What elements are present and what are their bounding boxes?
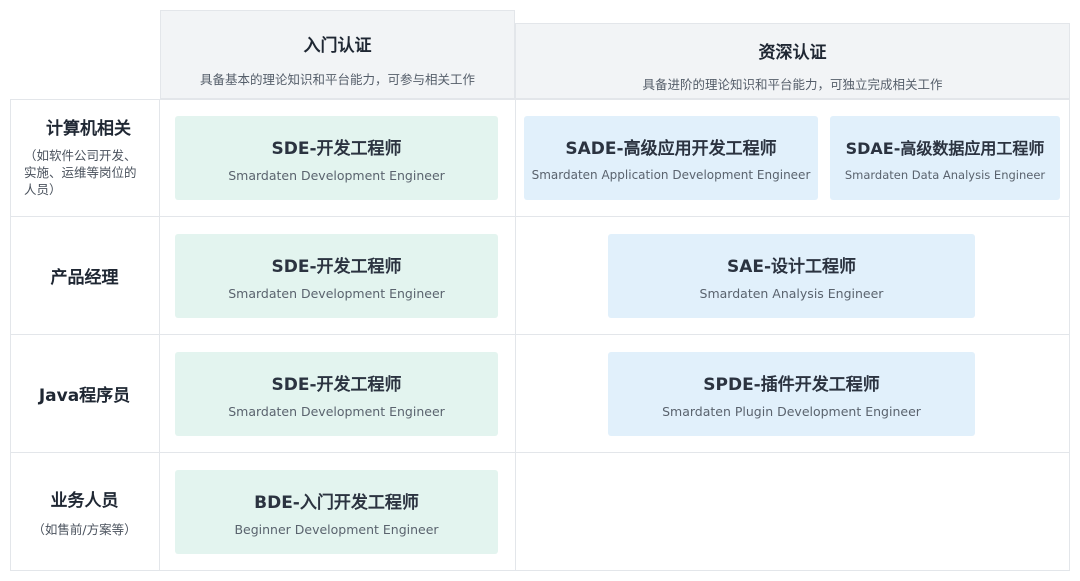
card-sade: SADE-高级应用开发工程师 Smardaten Application Dev… [524,116,818,200]
card-sde-product-manager: SDE-开发工程师 Smardaten Development Engineer [175,234,498,318]
grid-line-row4-top [10,452,1070,453]
card-sdae-title: SDAE-高级数据应用工程师 [845,138,1045,158]
grid-line-row3-top [10,334,1070,335]
card-sae-title: SAE-设计工程师 [726,256,857,277]
card-sde-computer-subtitle: Smardaten Development Engineer [228,167,445,183]
row-label-product-manager: 产品经理 [10,217,159,334]
card-bde-title: BDE-入门开发工程师 [254,492,419,513]
header-senior-certification: 资深认证 具备进阶的理论知识和平台能力，可独立完成相关工作 [515,23,1070,99]
card-sae: SAE-设计工程师 Smardaten Analysis Engineer [608,234,975,318]
header-senior-title: 资深认证 [758,43,827,63]
card-spde-subtitle: Smardaten Plugin Development Engineer [662,403,921,419]
grid-line-bottom [10,570,1070,571]
row-label-java-programmer: Java程序员 [10,335,159,452]
grid-line-row1-top [10,99,1070,100]
card-sde-java-subtitle: Smardaten Development Engineer [228,403,445,419]
card-sae-subtitle: Smardaten Analysis Engineer [699,285,884,301]
card-sde-product-manager-subtitle: Smardaten Development Engineer [228,285,445,301]
card-sde-computer: SDE-开发工程师 Smardaten Development Engineer [175,116,498,200]
card-bde: BDE-入门开发工程师 Beginner Development Enginee… [175,470,498,554]
card-sde-java: SDE-开发工程师 Smardaten Development Engineer [175,352,498,436]
header-entry-subtitle: 具备基本的理论知识和平台能力，可参与相关工作 [199,72,475,87]
card-bde-subtitle: Beginner Development Engineer [234,521,439,537]
row-label-computer-title: 计算机相关 [46,119,131,139]
header-senior-subtitle: 具备进阶的理论知识和平台能力，可独立完成相关工作 [642,77,943,92]
card-sade-subtitle: Smardaten Application Development Engine… [531,168,811,182]
row-label-business: 业务人员 （如售前/方案等） [10,453,159,570]
row-label-computer-note: （如软件公司开发、实施、运维等岗位的人员） [24,148,137,197]
card-sdae-subtitle: Smardaten Data Analysis Engineer [844,167,1046,182]
card-sde-product-manager-title: SDE-开发工程师 [271,256,402,277]
card-spde: SPDE-插件开发工程师 Smardaten Plugin Developmen… [608,352,975,436]
grid-line-col1 [159,99,160,571]
card-spde-title: SPDE-插件开发工程师 [703,374,880,395]
grid-line-right [1069,99,1070,571]
header-entry-title: 入门认证 [303,36,372,56]
card-sde-java-title: SDE-开发工程师 [271,374,402,395]
card-sdae: SDAE-高级数据应用工程师 Smardaten Data Analysis E… [830,116,1060,200]
row-label-business-note: （如售前/方案等） [32,521,137,537]
row-label-java-programmer-title: Java程序员 [38,386,131,406]
card-sade-title: SADE-高级应用开发工程师 [565,139,777,159]
row-label-product-manager-title: 产品经理 [50,268,119,288]
grid-line-row2-top [10,216,1070,217]
row-label-computer: 计算机相关 （如软件公司开发、实施、运维等岗位的人员） [10,100,159,216]
card-sde-computer-title: SDE-开发工程师 [271,138,402,159]
row-label-business-title: 业务人员 [50,490,119,511]
header-entry-certification: 入门认证 具备基本的理论知识和平台能力，可参与相关工作 [160,10,515,99]
grid-line-col2 [515,99,516,571]
